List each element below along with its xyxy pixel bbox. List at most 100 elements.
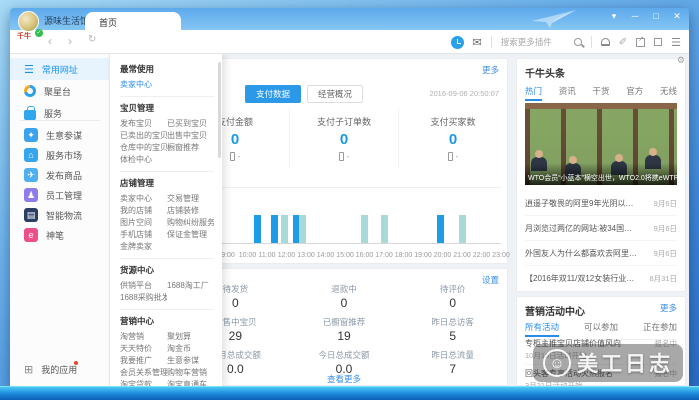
news-item[interactable]: 月浏览过两亿的网站:被34国明令禁止收看9月6日 <box>525 216 677 241</box>
flyout-link[interactable]: 淘金币 <box>167 343 214 355</box>
flyout-link[interactable] <box>167 154 214 166</box>
envelope-icon[interactable]: ✉ <box>473 36 482 49</box>
flyout-link[interactable]: 体检中心 <box>120 154 167 166</box>
flyout-link[interactable]: 卖家中心 <box>120 193 167 205</box>
flyout-link[interactable]: 天天特价 <box>120 343 167 355</box>
open-external-icon[interactable] <box>636 38 645 47</box>
maximize-icon[interactable]: □ <box>650 11 662 22</box>
flyout-link[interactable]: 供销平台 <box>120 280 167 292</box>
sidebar-item-2[interactable]: 聚星台 <box>10 80 110 102</box>
news-item[interactable]: 逍遥子敬畏的阿里9年光阴以及下一个9年9月6日 <box>525 191 677 216</box>
chart-bar-yesterday[interactable] <box>459 215 466 243</box>
sidebar-item-6[interactable]: ✈发布商品 <box>10 164 110 186</box>
flyout-link[interactable]: 聚划算 <box>167 331 214 343</box>
chart-bar-today[interactable] <box>437 215 444 243</box>
shop-tab[interactable]: 源味生活馆 <box>44 14 89 27</box>
sidebar-item-5[interactable]: ⌂服务市场 <box>10 144 110 166</box>
stat-cell[interactable]: 昨日总流量7 <box>398 349 507 376</box>
sidebar-item-4[interactable]: ✦生意参谋 <box>10 124 110 146</box>
headlines-tab-官方[interactable]: 官方 <box>626 85 643 100</box>
flyout-link[interactable]: 我的店铺 <box>120 205 167 217</box>
flyout-link[interactable]: 橱窗推荐 <box>167 142 214 154</box>
news-item[interactable]: 外国友人为什么都喜欢去阿里巴巴?9月6日 <box>525 241 677 266</box>
flyout-link[interactable]: 手机店铺 <box>120 229 167 241</box>
flyout-link[interactable]: 已买到宝贝 <box>167 118 214 130</box>
refresh-icon[interactable]: ↻ <box>88 34 96 45</box>
gear-icon[interactable]: ⚙ <box>677 55 685 66</box>
news-item[interactable]: 【2016年双11/双12女装行业卖家峰会】火...8月31日 <box>525 266 677 291</box>
theme-icon[interactable]: ▾ <box>608 11 620 22</box>
tab-overview[interactable]: 经营概况 <box>307 85 363 103</box>
flyout-link[interactable]: 图片空间 <box>120 217 167 229</box>
clock-icon[interactable] <box>451 36 464 49</box>
stat-cell[interactable]: 待评价0 <box>398 283 507 310</box>
activities-tab-所有活动[interactable]: 所有活动 <box>525 321 559 336</box>
featured-news-image[interactable]: WTO会员“小蓝本”横空出世，WTO2.0将携eWTP驾临 <box>525 103 677 185</box>
flyout-scrollbar[interactable] <box>218 62 221 158</box>
pin-icon[interactable]: ✐ <box>619 37 627 48</box>
stat-cell[interactable]: 今日总成交额0.0 <box>290 349 399 376</box>
headlines-tab-资讯[interactable]: 资讯 <box>559 85 576 100</box>
desktop-taskbar[interactable] <box>0 386 699 400</box>
bell-icon[interactable] <box>601 38 610 46</box>
dashboard-more-link[interactable]: 更多 <box>482 64 499 76</box>
flyout-link[interactable]: 购物纠纷服务 <box>167 217 214 229</box>
news-date: 9月6日 <box>654 248 677 259</box>
tab-home[interactable]: 首页 <box>85 12 181 30</box>
flyout-link[interactable]: 仓库中的宝贝 <box>120 142 167 154</box>
sidebar-item-1[interactable]: ☰常用网址 <box>10 58 110 80</box>
flyout-link[interactable] <box>167 241 214 253</box>
flyout-link[interactable]: 淘宝贷款 <box>120 379 167 386</box>
plugin-search-input[interactable]: 搜索更多插件 <box>501 36 565 48</box>
flyout-link[interactable]: 出售中宝贝 <box>167 130 214 142</box>
forward-icon[interactable]: › <box>68 34 72 48</box>
flyout-link[interactable]: 发布宝贝 <box>120 118 167 130</box>
close-icon[interactable]: ✕ <box>671 11 683 22</box>
sidebar-item-7[interactable]: ♟员工管理 <box>10 184 110 206</box>
stat-cell[interactable]: 退款中0 <box>290 283 399 310</box>
chart-bar-yesterday[interactable] <box>299 215 306 243</box>
flyout-link[interactable]: 金牌卖家 <box>120 241 167 253</box>
minimize-icon[interactable]: ─ <box>629 11 641 22</box>
flyout-link[interactable]: 1688淘工厂 <box>167 280 214 292</box>
flyout-link[interactable]: 保证金管理 <box>167 229 214 241</box>
stat-cell[interactable]: 已橱窗推荐19 <box>290 316 399 343</box>
metric-mobile-value: - <box>456 152 459 161</box>
activities-tab-正在参加[interactable]: 正在参加 <box>643 321 677 336</box>
tab-payment[interactable]: 支付数据 <box>245 85 301 103</box>
flyout-link[interactable]: 卖家中心 <box>120 79 214 91</box>
chart-bar-yesterday[interactable] <box>361 215 368 243</box>
chart-bar-today[interactable] <box>271 215 278 243</box>
flyout-link[interactable]: 会员关系管理 <box>120 367 167 379</box>
copy-icon[interactable] <box>654 38 662 46</box>
flyout-link[interactable]: 淘宝直通车 <box>167 379 214 386</box>
back-icon[interactable]: ‹ <box>48 34 52 48</box>
headlines-tab-干货[interactable]: 干货 <box>592 85 609 100</box>
flyout-link[interactable]: 生意参谋 <box>167 355 214 367</box>
stat-cell[interactable]: 昨日总访客5 <box>398 316 507 343</box>
flyout-link[interactable]: 交易管理 <box>167 193 214 205</box>
flyout-link[interactable]: 已卖出的宝贝 <box>120 130 167 142</box>
activities-tab-可以参加[interactable]: 可以参加 <box>584 321 618 336</box>
headlines-tab-热门[interactable]: 热门 <box>525 85 542 100</box>
chart-bar-yesterday[interactable] <box>381 215 388 243</box>
flyout-row: 天天特价淘金币 <box>120 343 214 355</box>
stat-label: 待评价 <box>398 283 507 295</box>
flyout-link[interactable]: 1688采购批发 <box>120 292 167 304</box>
headlines-tab-无线[interactable]: 无线 <box>660 85 677 100</box>
stats-row-1: 待发货0退款中0待评价0 <box>181 283 507 310</box>
chart-bar-today[interactable] <box>254 215 261 243</box>
sidebar-item-8[interactable]: ▤智能物流 <box>10 204 110 226</box>
flyout-link[interactable]: 购物车营销 <box>167 367 214 379</box>
flyout-link[interactable] <box>167 292 214 304</box>
stats-see-more-link[interactable]: 查看更多 <box>181 373 507 385</box>
activities-more-link[interactable]: 更多 <box>660 302 677 314</box>
flyout-link[interactable]: 淘营销 <box>120 331 167 343</box>
sidebar-item-my-apps[interactable]: ⊞我的应用 <box>10 363 110 376</box>
flyout-link[interactable]: 我要推广 <box>120 355 167 367</box>
chart-bar-yesterday[interactable] <box>281 215 288 243</box>
flyout-link[interactable]: 店铺装修 <box>167 205 214 217</box>
menu-icon[interactable]: ☰ <box>671 36 681 49</box>
search-icon[interactable] <box>574 38 582 46</box>
sidebar-item-9[interactable]: e神笔 <box>10 224 110 246</box>
